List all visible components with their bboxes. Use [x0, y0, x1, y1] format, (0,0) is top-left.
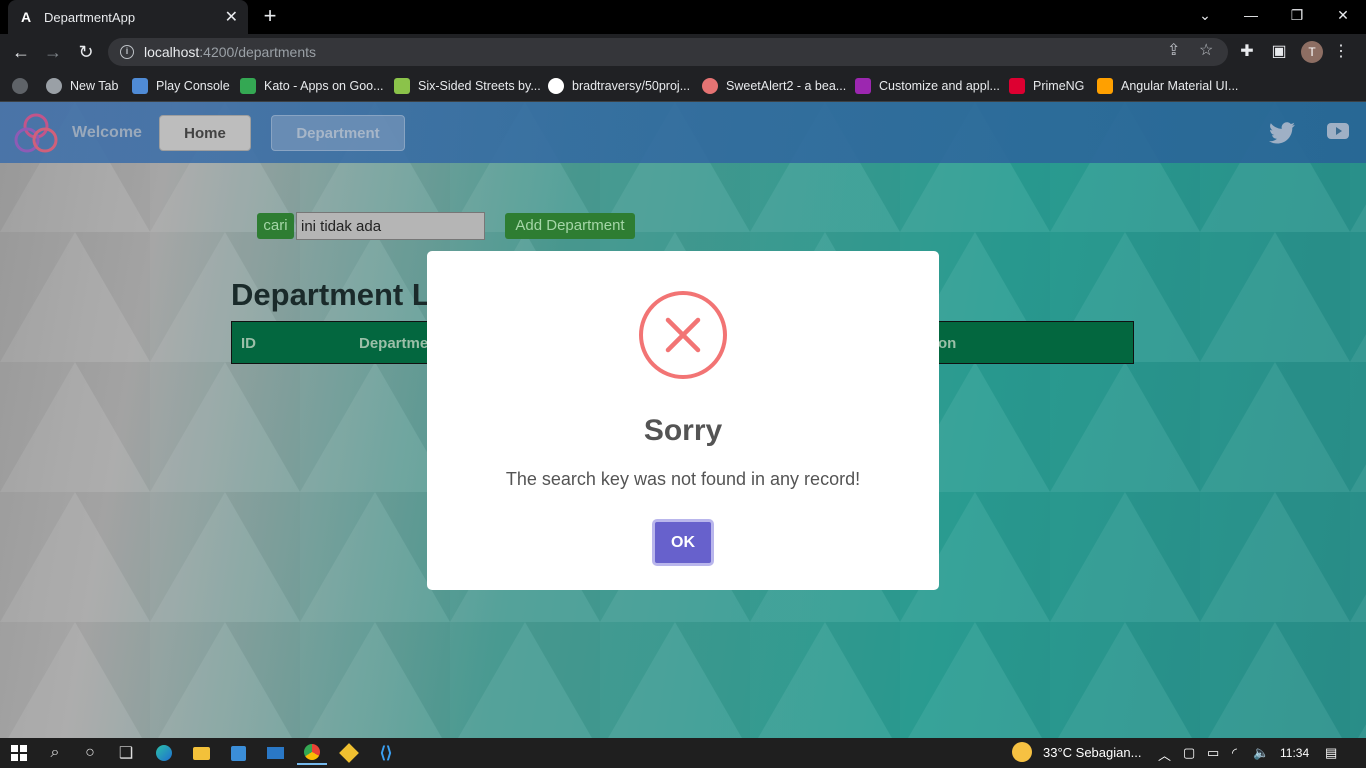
back-icon[interactable]: ← — [8, 40, 34, 64]
angular-material-icon — [1097, 78, 1113, 94]
bookmark-label: Customize and appl... — [879, 79, 1000, 93]
window-close-icon[interactable]: ✕ — [1320, 0, 1366, 30]
crown-icon — [855, 78, 871, 94]
weather-icon[interactable] — [1012, 742, 1032, 765]
hexagon-map-icon — [394, 78, 410, 94]
sourcetree-icon[interactable] — [334, 741, 364, 765]
column-header-action: on — [938, 335, 957, 352]
error-dialog: Sorry The search key was not found in an… — [427, 251, 939, 590]
address-bar[interactable]: i localhost:4200/departments — [108, 38, 1228, 66]
side-panel-icon[interactable]: ▣ — [1269, 42, 1289, 62]
windows-start-icon[interactable] — [4, 741, 34, 765]
forward-icon[interactable]: → — [40, 40, 66, 64]
profile-avatar[interactable]: T — [1301, 41, 1323, 63]
department-button[interactable]: Department — [271, 115, 405, 151]
task-view-icon[interactable]: ❑ — [111, 741, 141, 765]
sweetalert-icon — [702, 78, 718, 94]
url-host: localhost — [144, 44, 200, 60]
meet-now-icon[interactable]: ▢ — [1183, 745, 1195, 761]
menu-icon[interactable]: ⋮ — [1331, 42, 1351, 62]
play-console-icon — [132, 78, 148, 94]
chrome-icon[interactable] — [297, 741, 327, 765]
chevron-up-icon[interactable]: ︿ — [1158, 745, 1171, 764]
new-tab-button[interactable]: + — [258, 5, 282, 29]
bookmark-customize[interactable]: Customize and appl... — [855, 76, 1000, 96]
battery-icon[interactable]: ▭ — [1207, 745, 1219, 761]
bookmark-label: PrimeNG — [1033, 79, 1085, 93]
column-header-id: ID — [241, 335, 256, 352]
vscode-icon[interactable]: ⟨⟩ — [371, 741, 401, 765]
bookmark-play-console[interactable]: Play Console — [132, 76, 230, 96]
weather-text[interactable]: 33°C Sebagian... — [1043, 745, 1141, 760]
edge-icon[interactable] — [149, 741, 179, 765]
store-icon[interactable] — [223, 741, 253, 765]
bookmark-primeng[interactable]: PrimeNG — [1009, 76, 1084, 96]
browser-titlebar: A DepartmentApp ✕ + ⌄ — ❐ ✕ — [0, 0, 1366, 34]
search-input[interactable] — [296, 212, 485, 240]
bookmark-label: Six-Sided Streets by... — [418, 79, 541, 93]
page-title: Department L — [231, 277, 431, 312]
page-content: Welcome Home Department cari Add Departm… — [0, 102, 1366, 738]
bookmark-kato[interactable]: Kato - Apps on Goo... — [240, 76, 384, 96]
bookmark-six-sided-streets[interactable]: Six-Sided Streets by... — [394, 76, 541, 96]
bookmark-label: Angular Material UI... — [1121, 79, 1239, 93]
bookmark-sweetalert[interactable]: SweetAlert2 - a bea... — [702, 76, 846, 96]
clock[interactable]: 11:34 — [1280, 746, 1309, 760]
add-department-button[interactable]: Add Department — [505, 213, 635, 239]
twitter-icon[interactable] — [1269, 122, 1295, 150]
volume-icon[interactable]: 🔈 — [1253, 745, 1269, 761]
browser-tab[interactable]: A DepartmentApp ✕ — [8, 0, 248, 34]
minimize-icon[interactable]: — — [1228, 0, 1274, 30]
search-button[interactable]: cari — [257, 213, 294, 239]
windows-taskbar: ⌕ ○ ❑ ⟨⟩ 33°C Sebagian... ︿ ▢ ▭ ◜ 🔈 11:3… — [0, 738, 1366, 768]
wifi-icon[interactable]: ◜ — [1232, 745, 1237, 761]
apps-icon[interactable] — [12, 76, 36, 96]
site-info-icon[interactable]: i — [120, 45, 134, 59]
close-tab-icon[interactable]: ✕ — [225, 7, 238, 27]
primeng-icon — [1009, 78, 1025, 94]
extensions-icon[interactable]: ✚ — [1237, 42, 1257, 62]
bookmark-label: Kato - Apps on Goo... — [264, 79, 384, 93]
reload-icon[interactable]: ↻ — [73, 40, 99, 64]
cortana-icon[interactable]: ○ — [75, 741, 105, 765]
mail-icon[interactable] — [260, 741, 290, 765]
welcome-link[interactable]: Welcome — [72, 124, 142, 142]
notification-icon[interactable]: ▤ — [1325, 745, 1337, 761]
bookmark-label: bradtraversy/50proj... — [572, 79, 691, 93]
file-explorer-icon[interactable] — [186, 741, 216, 765]
search-icon[interactable]: ⌕ — [40, 741, 70, 765]
app-navbar: Welcome Home Department — [0, 102, 1366, 163]
error-x-icon — [639, 291, 727, 379]
share-icon[interactable]: ⇪ — [1167, 40, 1180, 60]
home-button[interactable]: Home — [159, 115, 251, 151]
bookmark-label: New Tab — [70, 79, 119, 93]
bookmark-angular-material[interactable]: Angular Material UI... — [1097, 76, 1238, 96]
bookmarks-bar: New Tab Play Console Kato - Apps on Goo.… — [0, 70, 1366, 102]
ok-button[interactable]: OK — [652, 519, 714, 566]
tab-search-icon[interactable]: ⌄ — [1182, 0, 1228, 30]
restore-icon[interactable]: ❐ — [1274, 0, 1320, 30]
globe-icon — [46, 78, 62, 94]
dialog-message: The search key was not found in any reco… — [505, 469, 861, 489]
angular-favicon-icon: A — [20, 9, 32, 25]
url-path: :4200/departments — [199, 44, 317, 60]
column-header-department: Departme — [359, 335, 429, 352]
bookmark-new-tab[interactable]: New Tab — [46, 76, 118, 96]
bookmark-star-icon[interactable]: ☆ — [1199, 40, 1213, 60]
google-play-icon — [240, 78, 256, 94]
browser-toolbar: ← → ↻ i localhost:4200/departments ⇪ ☆ ✚… — [0, 34, 1366, 70]
dialog-title: Sorry — [643, 414, 723, 447]
bookmark-label: Play Console — [156, 79, 230, 93]
github-icon — [548, 78, 564, 94]
youtube-icon[interactable] — [1327, 122, 1349, 145]
app-logo-icon[interactable] — [14, 112, 58, 154]
bookmark-label: SweetAlert2 - a bea... — [726, 79, 847, 93]
bookmark-github[interactable]: bradtraversy/50proj... — [548, 76, 690, 96]
tab-title: DepartmentApp — [44, 9, 136, 25]
